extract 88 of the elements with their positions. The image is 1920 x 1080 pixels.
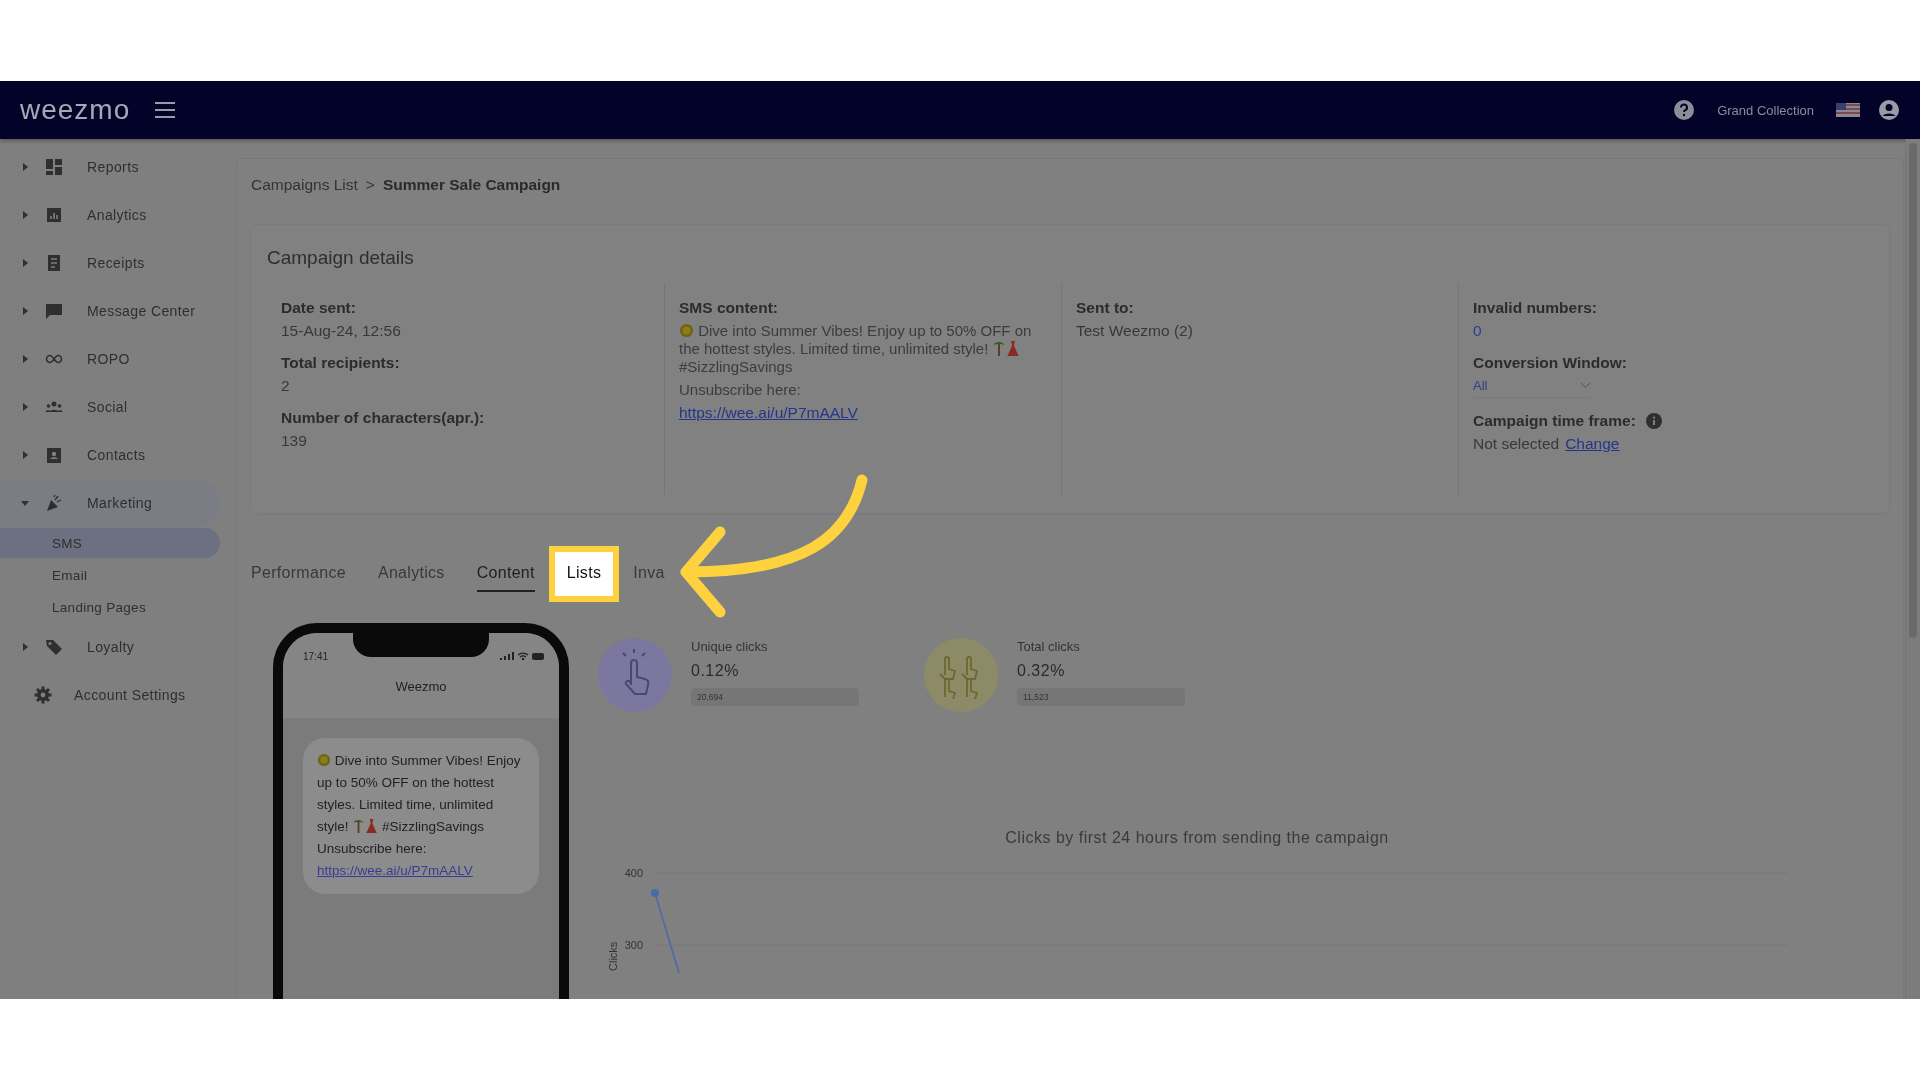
change-link[interactable]: Change — [1565, 435, 1620, 453]
flag-icon[interactable] — [1836, 103, 1860, 117]
sidebar-item[interactable]: Analytics — [0, 191, 220, 239]
field-value[interactable]: 0 — [1473, 322, 1859, 340]
chevron-down-icon — [1580, 382, 1591, 389]
phone-time: 17:41 — [303, 650, 329, 662]
field-value: Test Weezmo (2) — [1076, 322, 1194, 340]
caret-icon — [21, 451, 29, 459]
sidebar-item[interactable]: Message Center — [0, 287, 220, 335]
stat-label: Total clicks — [1017, 639, 1081, 654]
caret-icon — [21, 355, 29, 363]
sidebar-subitem[interactable]: SMS — [0, 528, 220, 558]
axis-title: Clicks — [607, 941, 619, 971]
chat-bubble-icon — [45, 302, 63, 320]
bar-chart-icon — [45, 206, 63, 224]
message-text: Dive into Summer Vibes! Enjoy up to 50% OFF on the hottest styles. Limited time, unlimited style! #SizzlingSavings — [317, 752, 522, 836]
caret-icon — [21, 211, 29, 219]
unsubscribe-link[interactable]: https://wee.ai/u/P7mAALV — [317, 863, 473, 878]
count-bar: 11,523 — [1017, 688, 1185, 706]
caret-icon — [21, 259, 29, 267]
field-value: 2 — [281, 377, 291, 395]
caret-icon — [21, 499, 29, 507]
field-label: Date sent: — [281, 299, 357, 317]
sun-icon — [317, 753, 331, 767]
unsubscribe-link[interactable]: https://wee.ai/u/P7mAALV — [679, 404, 858, 422]
field-value: 15-Aug-24, 12:56 — [281, 322, 402, 340]
sidebar-item[interactable]: ROPO — [0, 335, 220, 383]
field-label: Total recipients: — [281, 354, 401, 372]
field-label: SMS content: — [679, 299, 780, 317]
palm-tree-icon — [352, 819, 366, 833]
stat-value: 0.12% — [691, 662, 740, 680]
section-title: Campaign details — [267, 247, 415, 269]
help-icon[interactable] — [1673, 99, 1696, 121]
field-label: Conversion Window: — [1473, 354, 1628, 372]
unsubscribe-text: Unsubscribe here: — [679, 381, 802, 399]
info-icon[interactable] — [1645, 413, 1662, 429]
axis-tick-label: 400 — [624, 867, 643, 879]
party-popper-icon — [45, 494, 63, 512]
caret-icon — [21, 307, 29, 315]
sidebar-item[interactable]: Social — [0, 383, 220, 431]
caret-icon — [21, 403, 29, 411]
caret-icon — [21, 643, 29, 651]
sidebar-item[interactable]: Account Settings — [0, 671, 220, 719]
dress-icon — [1006, 341, 1021, 356]
tab[interactable]: Inva — [633, 556, 665, 592]
sms-text: Dive into Summer Vibes! Enjoy up to 50% OFF on the hottest styles. Limited time, unlimited style! #SizzlingSavings — [679, 322, 1033, 376]
field-label: Invalid numbers: — [1473, 299, 1599, 317]
breadcrumb-link[interactable]: Campaigns List — [251, 176, 358, 194]
sidebar-item[interactable]: Receipts — [0, 239, 220, 287]
field-label: Sent to: — [1076, 299, 1135, 317]
tag-icon — [45, 638, 63, 656]
menu-icon[interactable] — [154, 101, 177, 119]
conversion-select[interactable]: All — [1473, 372, 1591, 398]
field-label: Campaign time frame: — [1473, 412, 1636, 430]
tab[interactable]: Performance — [251, 556, 346, 592]
sidebar-subitem[interactable]: Landing Pages — [0, 592, 220, 622]
contact-card-icon — [45, 446, 63, 464]
count-bar: 20,694 — [691, 688, 859, 706]
tab[interactable]: Analytics — [377, 556, 445, 592]
sidebar-subitem[interactable]: Email — [0, 560, 220, 590]
settings-icon — [34, 686, 52, 704]
chart-title: Clicks by first 24 hours from sending the campaign — [1004, 829, 1390, 847]
stat-label: Unique clicks — [691, 639, 769, 654]
sidebar-item[interactable]: Marketing — [0, 479, 220, 527]
field-value: 139 — [281, 432, 308, 450]
axis-tick-label: 300 — [624, 939, 643, 951]
phone-sender: Weezmo — [283, 665, 559, 718]
breadcrumb-separator: > — [365, 176, 375, 194]
account-name[interactable]: Grand Collection — [1717, 102, 1814, 118]
user-icon[interactable] — [1878, 99, 1900, 121]
unsubscribe-text: Unsubscribe here: — [317, 840, 428, 858]
dress-icon — [365, 819, 379, 833]
dashboard-icon — [45, 158, 63, 176]
scrollbar[interactable] — [1905, 139, 1920, 999]
field-value: Not selected — [1473, 435, 1560, 453]
breadcrumb-current: Summer Sale Campaign — [382, 176, 561, 194]
palm-tree-icon — [992, 341, 1007, 356]
sun-icon — [679, 323, 694, 338]
logo[interactable]: weezmo — [20, 94, 131, 126]
stat-value: 0.32% — [1017, 662, 1066, 680]
status-icons — [499, 651, 545, 661]
field-label: Number of characters(apr.): — [281, 409, 486, 427]
caret-icon — [21, 163, 29, 171]
sidebar-item[interactable]: Contacts — [0, 431, 220, 479]
receipt-icon — [45, 254, 63, 272]
sidebar-item[interactable]: Loyalty — [0, 623, 220, 671]
sidebar-item[interactable]: Reports — [0, 143, 220, 191]
tab[interactable]: Content — [476, 556, 535, 592]
